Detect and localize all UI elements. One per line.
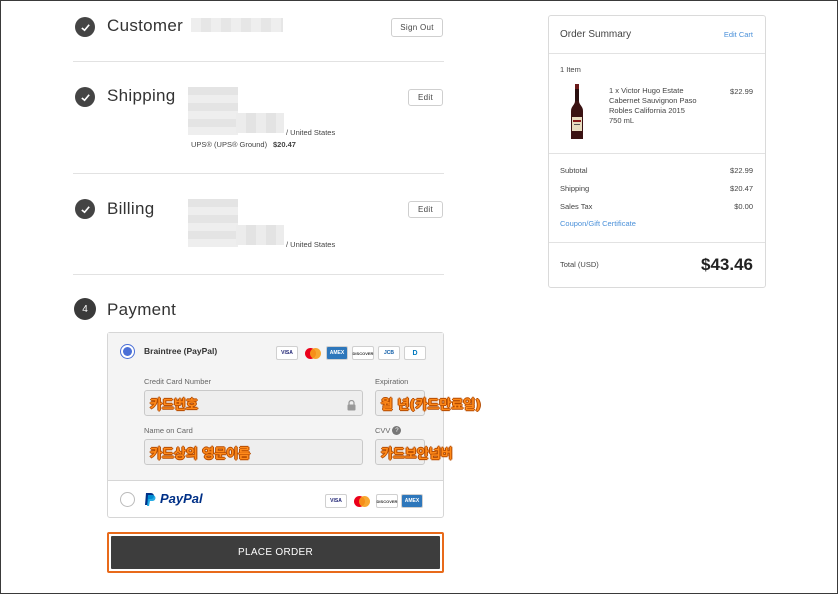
shipping-cost: $20.47: [273, 140, 296, 149]
cvv-field[interactable]: 카드보안넘버: [375, 439, 453, 465]
cvv-input[interactable]: 카드보안넘버: [381, 443, 453, 462]
payment-step-title: Payment: [107, 300, 177, 319]
sales-tax-value: $0.00: [734, 202, 753, 211]
card-number-field[interactable]: 카드번호: [144, 390, 363, 416]
shipping-address-redacted: [236, 113, 284, 133]
divider: [549, 53, 765, 54]
amex-icon: AMEX: [326, 346, 348, 360]
lock-icon: [347, 398, 356, 416]
name-on-card-label: Name on Card: [144, 426, 193, 435]
shipping-value: $20.47: [730, 184, 753, 193]
divider: [549, 153, 765, 154]
wine-bottle-image: [569, 84, 585, 145]
billing-step-check-icon: [75, 199, 95, 219]
expiration-input[interactable]: 월 년(카드만료일): [381, 394, 481, 413]
mastercard-icon: [351, 494, 373, 508]
total-label: Total (USD): [560, 260, 599, 269]
paypal-radio[interactable]: [120, 492, 135, 507]
order-summary-panel: Order Summary Edit Cart 1 Item 1 x Victo…: [548, 15, 766, 288]
billing-step-title: Billing: [107, 199, 155, 218]
cvv-label: CVV: [375, 426, 391, 435]
divider: [73, 173, 444, 174]
item-count: 1 Item: [560, 65, 581, 74]
shipping-country: / United States: [286, 128, 336, 137]
divider: [549, 242, 765, 243]
discover-icon: DISCOVER: [352, 346, 374, 360]
divider: [73, 61, 444, 62]
paypal-option[interactable]: PayPal VISA DISCOVER AMEX: [108, 481, 443, 517]
expiration-field[interactable]: 월 년(카드만료일): [375, 390, 481, 416]
customer-email-redacted: [191, 18, 283, 32]
card-number-input[interactable]: 카드번호: [150, 394, 198, 413]
name-on-card-field[interactable]: 카드상의 영문이름: [144, 439, 363, 465]
shipping-label: Shipping: [560, 184, 590, 193]
place-order-button[interactable]: PLACE ORDER: [111, 536, 440, 569]
payment-step-number: 4: [82, 303, 88, 315]
divider: [73, 274, 444, 275]
diners-club-icon: D: [404, 346, 426, 360]
shipping-step-title: Shipping: [107, 86, 176, 105]
coupon-gift-certificate-link[interactable]: Coupon/Gift Certificate: [560, 219, 636, 228]
place-order-highlight: PLACE ORDER: [107, 532, 444, 573]
customer-step-title: Customer: [107, 16, 184, 35]
shipping-address-redacted: [188, 87, 238, 135]
sales-tax-label: Sales Tax: [560, 202, 593, 211]
billing-edit-button[interactable]: Edit: [408, 201, 443, 218]
shipping-edit-button[interactable]: Edit: [408, 89, 443, 106]
amex-icon: AMEX: [401, 494, 423, 508]
braintree-label: Braintree (PayPal): [144, 346, 218, 356]
billing-address-redacted: [188, 199, 238, 247]
visa-icon: VISA: [325, 494, 347, 508]
jcb-icon: JCB: [378, 346, 400, 360]
paypal-logo: PayPal: [144, 491, 203, 506]
payment-step-number-badge: 4: [74, 298, 96, 320]
name-on-card-input[interactable]: 카드상의 영문이름: [150, 443, 250, 462]
subtotal-value: $22.99: [730, 166, 753, 175]
billing-country: / United States: [286, 240, 336, 249]
expiration-label: Expiration: [375, 377, 409, 386]
total-value: $43.46: [701, 255, 753, 274]
card-number-label: Credit Card Number: [144, 377, 212, 386]
item-price: $22.99: [730, 87, 753, 96]
braintree-option[interactable]: Braintree (PayPal) VISA AMEX DISCOVER JC…: [108, 333, 481, 481]
discover-icon: DISCOVER: [376, 494, 398, 508]
paypal-icon: [145, 492, 156, 506]
mastercard-icon: [302, 346, 324, 360]
braintree-radio[interactable]: [120, 344, 135, 359]
order-summary-title: Order Summary: [560, 29, 632, 40]
cvv-help-icon[interactable]: ?: [392, 426, 402, 435]
shipping-step-check-icon: [75, 87, 95, 107]
shipping-method: UPS® (UPS® Ground): [191, 140, 268, 149]
subtotal-label: Subtotal: [560, 166, 588, 175]
edit-cart-link[interactable]: Edit Cart: [724, 30, 753, 39]
billing-address-redacted: [236, 225, 284, 245]
customer-step-check-icon: [75, 17, 95, 37]
visa-icon: VISA: [276, 346, 298, 360]
cvv-label-row: CVV ?: [375, 426, 402, 435]
item-description: 1 x Victor Hugo Estate Cabernet Sauvigno…: [609, 86, 697, 125]
payment-methods-box: Braintree (PayPal) VISA AMEX DISCOVER JC…: [107, 332, 481, 518]
sign-out-button[interactable]: Sign Out: [391, 18, 443, 37]
paypal-label: PayPal: [160, 491, 203, 506]
